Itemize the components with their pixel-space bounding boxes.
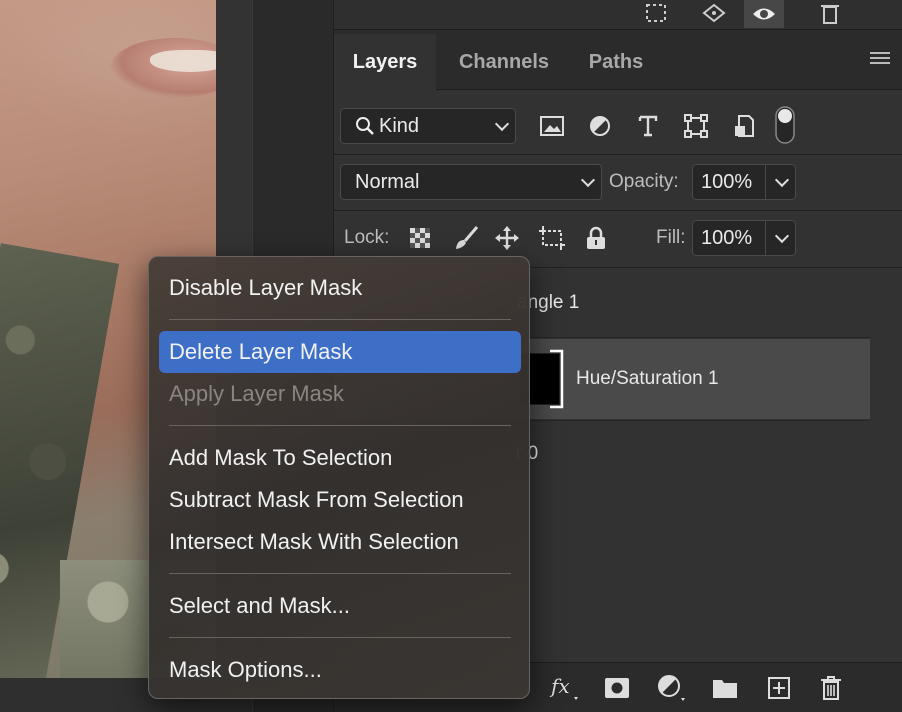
opacity-field[interactable]: 100% bbox=[692, 164, 796, 200]
panel-menu-icon[interactable] bbox=[870, 52, 890, 67]
menu-separator bbox=[169, 637, 511, 638]
lock-transparent-pixels-icon[interactable] bbox=[408, 226, 432, 250]
panel-top-toolbar bbox=[334, 0, 902, 30]
lock-image-pixels-brush-icon[interactable] bbox=[452, 224, 480, 252]
divider bbox=[334, 210, 902, 211]
menu-separator bbox=[169, 573, 511, 574]
lock-all-icon[interactable] bbox=[583, 224, 609, 252]
opacity-label: Opacity: bbox=[609, 171, 679, 192]
chevron-down-icon bbox=[580, 172, 596, 188]
visibility-eye-icon[interactable] bbox=[744, 0, 784, 28]
filter-shape-icon[interactable] bbox=[682, 112, 710, 140]
group-folder-icon[interactable] bbox=[708, 671, 742, 705]
add-mask-icon[interactable] bbox=[600, 671, 634, 705]
tab-paths[interactable]: Paths bbox=[572, 34, 660, 90]
filter-adjustment-icon[interactable] bbox=[586, 112, 614, 140]
filter-pixel-icon[interactable] bbox=[538, 112, 566, 140]
divider bbox=[334, 154, 902, 155]
svg-text:fx: fx bbox=[549, 674, 570, 698]
blend-mode-select[interactable]: Normal bbox=[340, 164, 602, 200]
chevron-down-icon[interactable] bbox=[774, 172, 790, 188]
adjustment-layer-icon[interactable] bbox=[654, 671, 688, 705]
opacity-value: 100% bbox=[701, 170, 753, 193]
menu-separator bbox=[169, 319, 511, 320]
menu-item-add-mask-to-selection[interactable]: Add Mask To Selection bbox=[159, 437, 521, 479]
shape-layer-icon[interactable] bbox=[694, 0, 734, 28]
selection-marquee-icon[interactable] bbox=[636, 0, 676, 28]
menu-item-intersect-mask-with-selection[interactable]: Intersect Mask With Selection bbox=[159, 521, 521, 563]
lock-position-move-icon[interactable] bbox=[493, 224, 521, 252]
menu-item-select-and-mask[interactable]: Select and Mask... bbox=[159, 585, 521, 627]
chevron-down-icon[interactable] bbox=[774, 228, 790, 244]
filter-smart-object-icon[interactable] bbox=[730, 112, 758, 140]
filter-kind-select[interactable]: Kind bbox=[340, 108, 516, 144]
fill-field[interactable]: 100% bbox=[692, 220, 796, 256]
mask-selected-bracket-icon bbox=[550, 349, 564, 409]
filter-kind-label: Kind bbox=[379, 114, 420, 137]
layer-mask-context-menu: Disable Layer Mask Delete Layer Mask App… bbox=[148, 256, 530, 699]
trash-top-icon[interactable] bbox=[810, 0, 850, 28]
fx-icon[interactable]: fx bbox=[546, 671, 580, 705]
trash-icon[interactable] bbox=[814, 671, 848, 705]
panel-tabs: Layers Channels Paths bbox=[334, 30, 902, 90]
menu-separator bbox=[169, 425, 511, 426]
tab-layers[interactable]: Layers bbox=[334, 34, 436, 90]
tab-channels[interactable]: Channels bbox=[438, 34, 570, 90]
filter-toggle-switch[interactable] bbox=[774, 106, 796, 144]
layer-name: Hue/Saturation 1 bbox=[576, 368, 719, 389]
menu-item-subtract-mask-from-selection[interactable]: Subtract Mask From Selection bbox=[159, 479, 521, 521]
filter-type-icon[interactable] bbox=[634, 112, 662, 140]
search-icon bbox=[356, 117, 374, 135]
menu-item-mask-options[interactable]: Mask Options... bbox=[159, 649, 521, 691]
menu-item-delete-layer-mask[interactable]: Delete Layer Mask bbox=[159, 331, 521, 373]
fill-label: Fill: bbox=[656, 227, 686, 248]
chevron-down-icon bbox=[494, 116, 510, 132]
lock-artboard-icon[interactable] bbox=[538, 224, 566, 252]
menu-item-disable-layer-mask[interactable]: Disable Layer Mask bbox=[159, 267, 521, 309]
new-layer-icon[interactable] bbox=[762, 671, 796, 705]
fill-value: 100% bbox=[701, 226, 753, 249]
lock-label: Lock: bbox=[344, 227, 390, 248]
menu-item-apply-layer-mask: Apply Layer Mask bbox=[169, 381, 344, 406]
blend-mode-value: Normal bbox=[355, 170, 420, 193]
